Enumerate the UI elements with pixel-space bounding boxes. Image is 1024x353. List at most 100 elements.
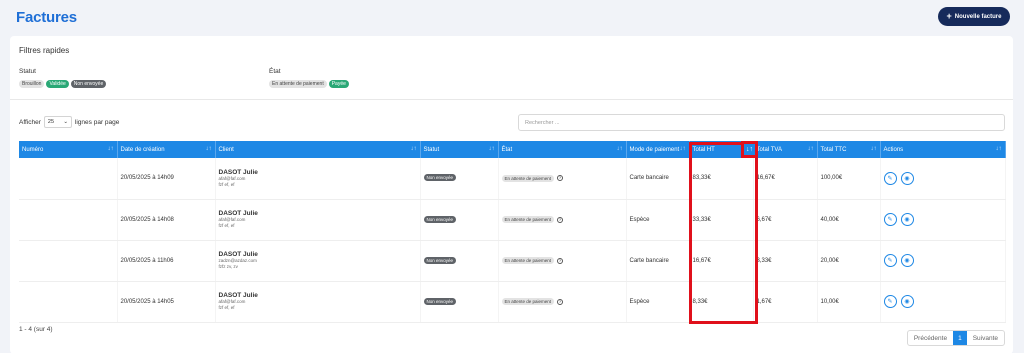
chip-brouillon[interactable]: Brouillon [19,80,45,88]
sort-arrows-icon[interactable]: ↓↑ [871,146,877,152]
question-circle-icon[interactable]: ? [557,257,564,264]
current-page[interactable]: 1 [953,331,967,345]
table-header: Numéro ↓↑ Date de création ↓↑ Client ↓↑ Sta… [19,141,1006,158]
cell-date: 20/05/2025 à 14h05 [117,281,216,323]
statut-filter-chips: Brouillon Validée Non envoyée [19,80,107,88]
sort-arrows-icon[interactable]: ↓↑ [411,146,417,152]
table-row[interactable]: 20/05/2025 à 14h08 DASOT Julie afaf@faf.… [19,199,1006,241]
sort-arrows-icon[interactable]: ↓↑ [617,146,623,152]
eye-icon[interactable]: ◉ [900,213,914,226]
cell-total-ttc: 40,00€ [817,199,881,241]
new-invoice-button[interactable]: + Nouvelle facture [938,7,1010,26]
table-row[interactable]: 20/05/2025 à 11h06 DASOT Julie zadzn@azd… [19,240,1006,282]
col-total-tva[interactable]: Total TVA ↓↑ [753,141,818,158]
cell-total-ttc: 20,00€ [817,240,881,282]
col-label: Statut [423,146,440,153]
eye-icon[interactable]: ◉ [900,295,914,308]
cell-mode: Carte bancaire [626,158,690,200]
row-actions: ✎ ◉ [883,171,1002,185]
cell-client: DASOT Julie afaf@faf.com fzf ef, ef [215,281,421,323]
cell-numero [19,158,118,200]
per-page-suffix: lignes par page [74,118,120,126]
row-actions: ✎ ◉ [883,254,1002,267]
etat-badge: En attente de paiement [501,216,555,223]
chip-payee[interactable]: Payée [328,80,349,88]
cell-statut: Non envoyée [420,199,499,241]
client-extra: fzf ef, ef [218,305,235,310]
eye-icon[interactable]: ◉ [900,171,914,185]
table-row[interactable]: 20/05/2025 à 14h05 DASOT Julie afaf@faf.… [19,281,1006,323]
per-page-select[interactable]: 25 ⌄ [43,116,72,128]
etat-filter-chips: En attente de paiement Payée [269,80,349,88]
col-total-ttc[interactable]: Total TTC ↓↑ [817,141,881,158]
cell-actions: ✎ ◉ [880,199,1006,241]
pencil-icon[interactable]: ✎ [883,295,897,308]
cell-etat: En attente de paiement? [498,240,627,282]
statut-filter-label: Statut [19,68,36,75]
col-numero[interactable]: Numéro ↓↑ [19,141,118,158]
status-badge: Non envoyée [423,297,457,305]
col-label: Mode de paiement [629,146,680,153]
col-label: Total TTC [820,146,847,153]
cell-total-tva: 1,67€ [753,281,818,323]
status-badge: Non envoyée [423,174,457,182]
pencil-icon[interactable]: ✎ [883,213,897,226]
cell-statut: Non envoyée [420,240,499,282]
pencil-icon[interactable]: ✎ [883,171,897,185]
per-page-control: Afficher 25 ⌄ lignes par page [19,116,119,128]
cell-numero [19,199,118,241]
col-etat[interactable]: État ↓↑ [498,141,627,158]
row-actions: ✎ ◉ [883,213,1002,226]
cell-client: DASOT Julie zadzn@azdaz.com fzfz zv, zv [215,240,421,282]
pencil-icon[interactable]: ✎ [883,254,897,267]
invoices-table: Numéro ↓↑ Date de création ↓↑ Client ↓↑ Sta… [19,141,1006,323]
cell-total-ht: 33,33€ [689,199,754,241]
etat-wrap: En attente de paiement? [501,216,623,223]
cell-client: DASOT Julie afaf@faf.com fzf ef, ef [215,158,421,200]
cell-total-tva: 3,33€ [753,240,818,282]
col-label: Numéro [22,146,44,153]
etat-badge: En attente de paiement [501,174,555,182]
chip-en-attente[interactable]: En attente de paiement [269,80,327,88]
sort-arrows-icon[interactable]: ↓↑ [996,146,1002,152]
next-page-button[interactable]: Suivante [967,331,1004,345]
sort-arrows-icon[interactable]: ↓↑ [808,146,814,152]
chip-validee[interactable]: Validée [46,80,69,88]
cell-statut: Non envoyée [420,281,499,323]
cell-numero [19,281,118,323]
col-statut[interactable]: Statut ↓↑ [420,141,499,158]
col-client[interactable]: Client ↓↑ [215,141,421,158]
client-name: DASOT Julie [218,292,258,299]
cell-total-tva: 6,67€ [753,199,818,241]
status-badge: Non envoyée [423,215,457,223]
cell-mode: Carte bancaire [626,240,690,282]
col-mode[interactable]: Mode de paiement ↓↑ [626,141,690,158]
col-label: Actions [883,146,904,153]
cell-client: DASOT Julie afaf@faf.com fzf ef, ef [215,199,421,241]
table-row[interactable]: 20/05/2025 à 14h09 DASOT Julie afaf@faf.… [19,158,1006,200]
col-date[interactable]: Date de création ↓↑ [117,141,216,158]
sort-arrows-icon[interactable]: ↓↑ [108,146,114,152]
etat-badge: En attente de paiement [501,257,555,264]
chip-non-envoyee[interactable]: Non envoyée [70,80,107,88]
client-name: DASOT Julie [218,251,258,258]
filters-title: Filtres rapides [19,46,70,55]
col-label: État [501,146,513,153]
sort-highlight-icon[interactable]: ↓↑ [741,141,758,158]
sort-arrows-icon[interactable]: ↓↑ [489,146,495,152]
question-circle-icon[interactable]: ? [557,298,564,305]
cell-etat: En attente de paiement? [498,199,627,241]
prev-page-button[interactable]: Précédente [908,331,953,345]
plus-icon: + [946,11,952,21]
question-circle-icon[interactable]: ? [557,175,564,182]
sort-arrows-icon[interactable]: ↓↑ [680,146,686,152]
search-input[interactable]: Rechercher ... [518,114,1005,131]
cell-total-ht: 83,33€ [689,158,754,200]
question-circle-icon[interactable]: ? [557,216,564,223]
page-title: Factures [16,9,77,26]
client-name: DASOT Julie [218,210,258,217]
eye-icon[interactable]: ◉ [900,254,914,267]
cell-actions: ✎ ◉ [880,158,1006,200]
cell-actions: ✎ ◉ [880,240,1006,282]
sort-arrows-icon[interactable]: ↓↑ [206,146,212,152]
